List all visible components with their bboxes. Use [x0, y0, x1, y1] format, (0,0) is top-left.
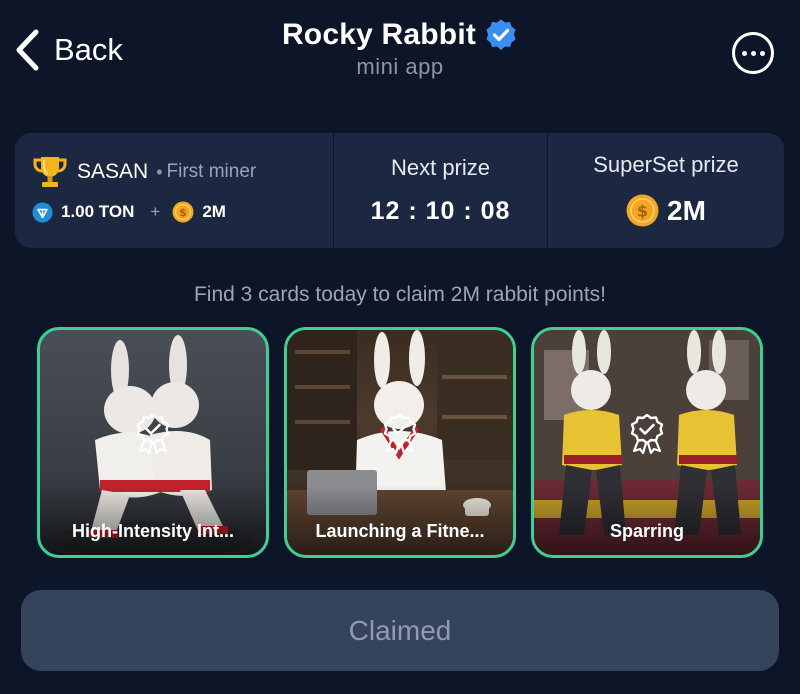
more-options-button[interactable]	[732, 32, 774, 74]
coin-icon: $	[626, 194, 659, 227]
superset-section: SuperSet prize $ 2M	[547, 133, 784, 248]
trophy-icon	[31, 153, 69, 191]
more-dot-icon	[759, 50, 765, 56]
award-check-icon	[383, 413, 417, 454]
miner-separator: •	[156, 161, 163, 182]
reward-ton: 1.00 TON	[61, 202, 135, 221]
miner-reward: 1.00 TON + $ 2M	[32, 201, 226, 223]
next-prize-label: Next prize	[390, 155, 491, 180]
svg-text:$: $	[637, 202, 648, 221]
app-header: Rocky Rabbit mini app	[0, 18, 800, 80]
award-check-icon	[136, 413, 170, 454]
daily-card-1[interactable]: High-Intensity Int...	[37, 327, 269, 558]
more-dot-icon	[750, 50, 756, 56]
verified-badge-icon	[484, 18, 518, 52]
daily-hint: Find 3 cards today to claim 2M rabbit po…	[193, 283, 607, 306]
card-shade	[40, 485, 266, 555]
card-shade	[287, 485, 513, 555]
stats-panel: SASAN • First miner 1.00 TON + $ 2M Next…	[15, 133, 784, 248]
daily-card-3[interactable]: Sparring	[531, 327, 763, 558]
superset-value: 2M	[667, 194, 706, 226]
miner-section: SASAN • First miner 1.00 TON + $ 2M	[15, 133, 333, 248]
app-subtitle: mini app	[356, 54, 444, 79]
superset-label: SuperSet prize	[593, 152, 739, 177]
card-shade	[534, 485, 760, 555]
svg-text:$: $	[180, 206, 188, 219]
claimed-button[interactable]: Claimed	[21, 590, 779, 671]
card-title: High-Intensity Int...	[72, 521, 234, 541]
ton-icon	[32, 202, 53, 222]
more-dot-icon	[741, 50, 747, 56]
award-check-icon	[630, 413, 664, 454]
coin-icon: $	[172, 201, 194, 223]
miner-name: SASAN	[77, 160, 149, 183]
card-title: Launching a Fitne...	[315, 521, 485, 541]
miner-role: First miner	[166, 161, 257, 182]
reward-plus: +	[150, 202, 161, 221]
next-prize-section: Next prize 12 : 10 : 08	[333, 133, 547, 248]
next-prize-timer: 12 : 10 : 08	[370, 197, 511, 225]
daily-card-2[interactable]: Launching a Fitne...	[284, 327, 516, 558]
card-title: Sparring	[609, 521, 684, 541]
reward-coins: 2M	[202, 202, 226, 221]
app-title: Rocky Rabbit	[281, 18, 477, 51]
